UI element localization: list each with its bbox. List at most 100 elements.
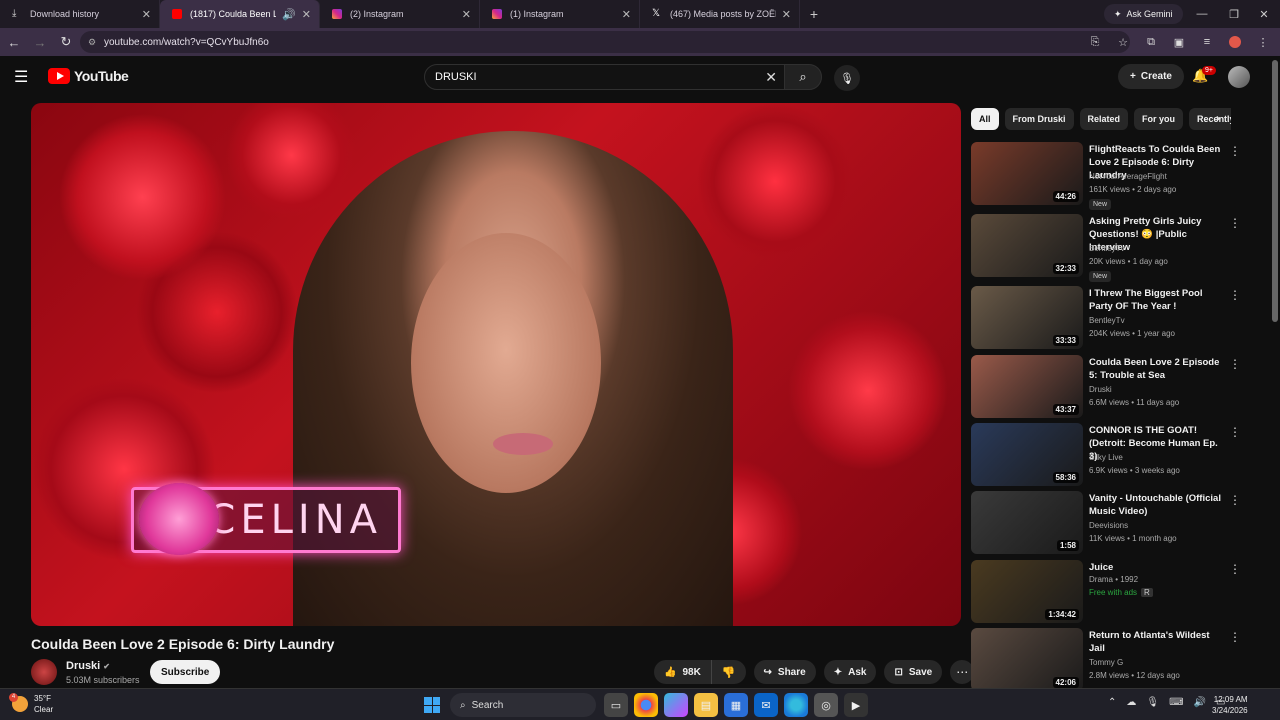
volume-icon[interactable]: 🔊 [1194, 697, 1206, 708]
search-box[interactable]: ✕ [424, 64, 786, 90]
recommendation-channel[interactable]: Tommy G [1089, 658, 1123, 667]
dislike-button[interactable]: 👎 [712, 660, 746, 684]
recommendation-item[interactable]: 1:58 Vanity - Untouchable (Official Music… [971, 491, 1241, 555]
site-info-icon[interactable]: ⚙ [88, 37, 96, 48]
tab-x[interactable]: 𝕏 (467) Media posts by ZOËNOEL ✕ [640, 0, 800, 28]
star-icon[interactable]: ☆ [1112, 31, 1134, 53]
recommendation-item[interactable]: 32:33 Asking Pretty Girls Juicy Questions… [971, 214, 1241, 282]
recommendation-item[interactable]: 44:26 FlightReacts To Coulda Been Love 2 … [971, 142, 1241, 210]
task-view-icon[interactable]: ▭ [604, 693, 628, 717]
minimize-button[interactable]: — [1186, 0, 1218, 28]
close-icon[interactable]: ✕ [462, 8, 471, 21]
app-icon[interactable]: ◎ [814, 693, 838, 717]
new-tab-button[interactable]: + [800, 6, 828, 22]
store-icon[interactable]: ▦ [724, 693, 748, 717]
search-button[interactable]: ⌕ [784, 64, 822, 90]
chip-related[interactable]: Related [1079, 108, 1129, 130]
voice-search-button[interactable]: 🎙 [834, 65, 860, 91]
tab-download-history[interactable]: ⤓ Download history ✕ [0, 0, 160, 28]
chrome-icon[interactable] [634, 693, 658, 717]
windows-start-icon[interactable] [424, 697, 440, 713]
close-icon[interactable]: ✕ [782, 8, 791, 21]
close-icon[interactable]: ✕ [142, 8, 151, 21]
recommendation-title[interactable]: I Threw The Biggest Pool Party OF The Ye… [1089, 287, 1225, 313]
recommendation-item[interactable]: 33:33 I Threw The Biggest Pool Party OF T… [971, 286, 1241, 350]
hamburger-menu-icon[interactable]: ☰ [14, 67, 28, 87]
copilot-icon[interactable] [664, 693, 688, 717]
install-icon[interactable]: ⎘ [1084, 31, 1106, 53]
ask-gemini-button[interactable]: ✦ Ask Gemini [1104, 4, 1183, 24]
recommendation-channel[interactable]: Silky Live [1089, 453, 1123, 462]
recommendation-channel[interactable]: BentleyTv [1089, 316, 1125, 325]
chevron-right-icon[interactable]: › [1216, 111, 1220, 125]
more-vertical-icon[interactable]: ⋮ [1229, 144, 1241, 158]
close-window-button[interactable]: ✕ [1248, 0, 1280, 28]
more-vertical-icon[interactable]: ⋮ [1229, 425, 1241, 439]
recommendation-title[interactable]: Coulda Been Love 2 Episode 5: Trouble at… [1089, 356, 1225, 382]
video-thumbnail[interactable]: 32:33 [971, 214, 1083, 277]
subscribe-button[interactable]: Subscribe [150, 660, 221, 684]
recommendation-item[interactable]: 1:34:42 Juice Drama • 1992 Free with ads R ⋮ [971, 560, 1241, 624]
taskbar-search[interactable]: ⌕ Search [450, 693, 596, 717]
reload-button[interactable]: ↻ [54, 30, 78, 54]
chevron-up-icon[interactable]: ⌃ [1108, 697, 1116, 708]
search-input[interactable] [435, 71, 735, 83]
reading-list-icon[interactable]: ≡ [1196, 31, 1218, 53]
recommendation-channel[interactable]: BentleyTv [1089, 244, 1125, 253]
video-thumbnail[interactable]: 1:58 [971, 491, 1083, 554]
network-icon[interactable]: ⌨ [1169, 697, 1183, 708]
back-button[interactable]: ← [2, 30, 26, 54]
recommendation-title[interactable]: Vanity - Untouchable (Official Music Vid… [1089, 492, 1225, 518]
speaker-icon[interactable]: 🔊 [282, 8, 296, 21]
channel-name-row[interactable]: Druski ✔ [66, 660, 110, 672]
chip-all[interactable]: All [971, 108, 999, 130]
onedrive-icon[interactable]: ☁ [1126, 697, 1136, 708]
chip-for-you[interactable]: For you [1134, 108, 1184, 130]
channel-name[interactable]: Druski [66, 660, 100, 672]
tab-instagram-2[interactable]: (2) Instagram ✕ [320, 0, 480, 28]
more-vertical-icon[interactable]: ⋮ [1229, 493, 1241, 507]
url-bar[interactable]: ⚙ youtube.com/watch?v=QCvYbuJfn6o [80, 31, 1130, 53]
recommendation-title[interactable]: Juice [1089, 561, 1225, 574]
youtube-logo[interactable]: YouTube [48, 68, 129, 84]
clear-search-icon[interactable]: ✕ [765, 69, 777, 86]
more-vertical-icon[interactable]: ⋮ [1229, 562, 1241, 576]
clock[interactable]: 12:09 AM 3/24/2026 [1212, 694, 1248, 716]
more-vertical-icon[interactable]: ⋮ [1229, 216, 1241, 230]
forward-button[interactable]: → [28, 30, 52, 54]
file-explorer-icon[interactable]: ▤ [694, 693, 718, 717]
recommendation-item[interactable]: 58:36 CONNOR IS THE GOAT! (Detroit: Becom… [971, 423, 1241, 487]
recommendation-channel[interactable]: NotYourAverageFlight [1089, 172, 1167, 181]
page-scrollbar[interactable] [1272, 60, 1278, 322]
close-icon[interactable]: ✕ [622, 8, 631, 21]
video-thumbnail[interactable]: 42:06 [971, 628, 1083, 691]
recommendation-item[interactable]: 43:37 Coulda Been Love 2 Episode 5: Troub… [971, 355, 1241, 419]
recommendation-item[interactable]: 42:06 Return to Atlanta's Wildest Jail Tom… [971, 628, 1241, 692]
video-thumbnail[interactable]: 33:33 [971, 286, 1083, 349]
create-button[interactable]: + Create [1118, 64, 1184, 89]
media-player-icon[interactable]: ▶ [844, 693, 868, 717]
chip-recently-uploaded[interactable]: Recently uploaded [1189, 108, 1231, 130]
tab-instagram-1[interactable]: (1) Instagram ✕ [480, 0, 640, 28]
video-thumbnail[interactable]: 58:36 [971, 423, 1083, 486]
chip-from-druski[interactable]: From Druski [1004, 108, 1074, 130]
like-button[interactable]: 👍 98K [654, 660, 712, 684]
profile-icon[interactable] [1224, 31, 1246, 53]
save-button[interactable]: ⊡ Save [884, 660, 943, 684]
more-vertical-icon[interactable]: ⋮ [1229, 357, 1241, 371]
weather-widget[interactable]: 4 35°F Clear [9, 693, 53, 715]
share-button[interactable]: ↪ Share [753, 660, 816, 684]
edge-icon[interactable] [784, 693, 808, 717]
menu-icon[interactable]: ⋮ [1252, 31, 1274, 53]
video-thumbnail[interactable]: 44:26 [971, 142, 1083, 205]
tab-youtube[interactable]: (1817) Coulda Been Love 2 🔊 ✕ [160, 0, 320, 28]
outlook-icon[interactable]: ✉ [754, 693, 778, 717]
recommendation-channel[interactable]: Drama • 1992 [1089, 575, 1138, 584]
microphone-icon[interactable]: 🎙 [1146, 697, 1159, 708]
video-player[interactable]: CELINA [31, 103, 961, 626]
more-vertical-icon[interactable]: ⋮ [1229, 630, 1241, 644]
channel-avatar[interactable] [31, 659, 57, 685]
more-vertical-icon[interactable]: ⋮ [1229, 288, 1241, 302]
video-thumbnail[interactable]: 43:37 [971, 355, 1083, 418]
recommendation-channel[interactable]: Druski [1089, 385, 1112, 394]
